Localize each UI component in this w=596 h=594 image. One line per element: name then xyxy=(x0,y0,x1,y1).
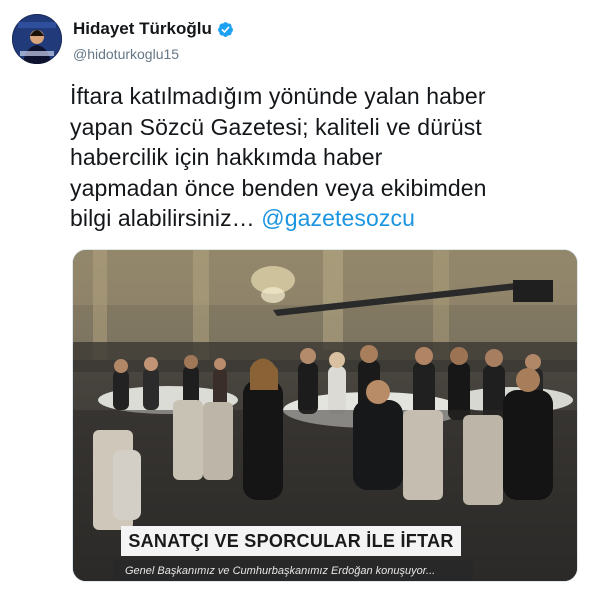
tweet-text-line: habercilik için hakkımda haber xyxy=(70,144,383,170)
tweet-text-line: yapan Sözcü Gazetesi; kaliteli ve dürüst xyxy=(70,113,482,140)
profile-photo-icon xyxy=(12,14,62,64)
display-name[interactable]: Hidayet Türkoğlu xyxy=(73,19,212,39)
verified-badge-icon xyxy=(217,21,234,38)
tweet-text-line: yapmadan önce benden veya ekibimden xyxy=(70,174,487,201)
user-names: Hidayet Türkoğlu @hidoturkoglu15 xyxy=(73,17,234,62)
tweet-text-line: İftara katılmadığım yönünde yalan haber xyxy=(70,83,486,109)
tweet-text-fragment: bilgi alabilirsiniz… xyxy=(70,205,262,231)
tweet-card: Hidayet Türkoğlu @hidoturkoglu15 İftara … xyxy=(0,0,596,594)
video-subtitle: Genel Başkanımız ve Cumhurbaşkanımız Erd… xyxy=(113,560,473,581)
video-caption: SANATÇI VE SPORCULAR İLE İFTAR xyxy=(121,526,461,556)
tweet-text: İftara katılmadığım yönünde yalan haber … xyxy=(70,81,580,234)
tweet-text-last-line: bilgi alabilirsiniz… @gazetesozcu xyxy=(70,203,580,234)
mention-link[interactable]: @gazetesozcu xyxy=(261,205,415,231)
tweet-media-image[interactable]: SANATÇI VE SPORCULAR İLE İFTAR Genel Baş… xyxy=(72,249,578,582)
user-avatar[interactable] xyxy=(12,14,62,64)
user-handle[interactable]: @hidoturkoglu15 xyxy=(73,46,234,62)
